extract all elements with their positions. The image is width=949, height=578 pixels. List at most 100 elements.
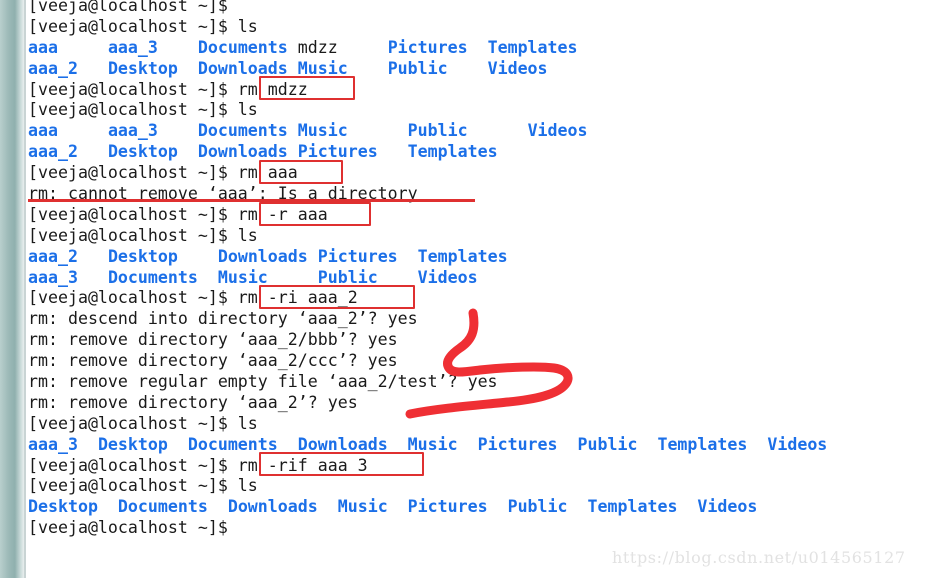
ls-directory-name: aaa_3 bbox=[28, 267, 108, 287]
terminal-output-area[interactable]: [veeja@localhost ~]$ [veeja@localhost ~]… bbox=[28, 0, 949, 539]
terminal-prompt-line: [veeja@localhost ~]$ bbox=[28, 518, 949, 539]
terminal-output-line: rm: descend into directory ‘aaa_2’? yes bbox=[28, 309, 949, 330]
terminal-prompt-line: [veeja@localhost ~]$ ls bbox=[28, 100, 949, 121]
ls-directory-name: Desktop bbox=[28, 497, 118, 517]
shell-command[interactable]: ls bbox=[238, 476, 258, 495]
ls-directory-name: Templates bbox=[587, 497, 698, 517]
ls-directory-name: Documents bbox=[187, 434, 298, 454]
ls-file-name: mdzz bbox=[297, 37, 388, 57]
ls-directory-name: Desktop bbox=[107, 246, 218, 266]
output-text: rm: remove directory ‘aaa_2/bbb’? yes bbox=[28, 330, 398, 350]
ls-output-row: Desktop Documents Downloads Music Pictur… bbox=[28, 497, 949, 518]
shell-command[interactable]: ls bbox=[238, 414, 258, 433]
shell-prompt: [veeja@localhost ~]$ bbox=[28, 79, 238, 99]
ls-directory-name: Documents bbox=[197, 37, 298, 57]
terminal-prompt-line: [veeja@localhost ~]$ ls bbox=[28, 476, 949, 497]
ls-directory-name: Desktop bbox=[97, 434, 188, 454]
ls-directory-name: Templates bbox=[407, 142, 498, 162]
shell-prompt: [veeja@localhost ~]$ bbox=[28, 518, 238, 538]
ls-directory-name: Templates bbox=[487, 37, 578, 57]
ls-directory-name: Public bbox=[577, 434, 658, 454]
shell-command[interactable]: ls bbox=[238, 100, 258, 119]
ls-directory-name: Desktop bbox=[107, 58, 198, 78]
output-text: rm: descend into directory ‘aaa_2’? yes bbox=[28, 309, 418, 329]
terminal-prompt-line: [veeja@localhost ~]$ ls bbox=[28, 17, 949, 38]
output-text: rm: remove regular empty file ‘aaa_2/tes… bbox=[28, 372, 498, 392]
ls-directory-name: Templates bbox=[417, 246, 508, 266]
terminal-output-line: rm: remove regular empty file ‘aaa_2/tes… bbox=[28, 372, 949, 393]
shell-command[interactable]: rm -r aaa bbox=[238, 205, 328, 224]
watermark-text: https://blog.csdn.net/u014565127 bbox=[612, 548, 906, 567]
shell-prompt: [veeja@localhost ~]$ bbox=[28, 163, 238, 183]
ls-output-row: aaa_2 Desktop Downloads Music Public Vid… bbox=[28, 59, 949, 80]
shell-command[interactable]: ls bbox=[238, 17, 258, 36]
shell-command[interactable]: rm -ri aaa_2 bbox=[238, 288, 358, 307]
shell-prompt: [veeja@localhost ~]$ bbox=[28, 455, 238, 475]
shell-command[interactable]: rm -rif aaa_3 bbox=[238, 456, 368, 475]
ls-directory-name: Music bbox=[337, 497, 408, 517]
shell-command[interactable]: rm aaa bbox=[238, 163, 298, 182]
ls-directory-name: Music bbox=[217, 267, 318, 287]
ls-directory-name: Videos bbox=[697, 497, 758, 517]
output-text: rm: remove directory ‘aaa_2/ccc’? yes bbox=[28, 351, 398, 371]
ls-directory-name: Documents bbox=[107, 267, 218, 287]
shell-prompt: [veeja@localhost ~]$ bbox=[28, 16, 238, 36]
ls-directory-name: aaa bbox=[28, 121, 108, 141]
ls-directory-name: Music bbox=[297, 121, 408, 141]
ls-output-row: aaa_2 Desktop Downloads Pictures Templat… bbox=[28, 142, 949, 163]
terminal-prompt-line: [veeja@localhost ~]$ ls bbox=[28, 414, 949, 435]
terminal-prompt-line: [veeja@localhost ~]$ ls bbox=[28, 226, 949, 247]
ls-directory-name: Downloads bbox=[217, 246, 318, 266]
ls-directory-name: Public bbox=[317, 267, 418, 287]
ls-directory-name: Videos bbox=[487, 58, 548, 78]
ls-directory-name: Documents bbox=[117, 497, 228, 517]
ls-directory-name: aaa_3 bbox=[107, 37, 198, 57]
ls-output-row: aaa aaa_3 Documents Music Public Videos bbox=[28, 121, 949, 142]
shell-prompt: [veeja@localhost ~]$ bbox=[28, 100, 238, 120]
ls-directory-name: Videos bbox=[417, 267, 478, 287]
ls-directory-name: Templates bbox=[657, 434, 768, 454]
ls-directory-name: Videos bbox=[527, 121, 588, 141]
output-text: rm: remove directory ‘aaa_2’? yes bbox=[28, 392, 358, 412]
ls-directory-name: Public bbox=[387, 58, 488, 78]
shell-command[interactable]: rm mdzz bbox=[238, 80, 308, 99]
ls-directory-name: Pictures bbox=[317, 246, 418, 266]
output-text: rm: cannot remove ‘aaa’: Is a directory bbox=[28, 184, 418, 204]
ls-directory-name: Videos bbox=[767, 434, 828, 454]
terminal-output-line: rm: remove directory ‘aaa_2/ccc’? yes bbox=[28, 351, 949, 372]
terminal-output-line: rm: remove directory ‘aaa_2/bbb’? yes bbox=[28, 330, 949, 351]
ls-directory-name: Pictures bbox=[387, 37, 488, 57]
ls-output-row: aaa aaa_3 Documents mdzz Pictures Templa… bbox=[28, 38, 949, 59]
terminal-prompt-line: [veeja@localhost ~]$ rm -rif aaa_3 bbox=[28, 456, 949, 477]
ls-directory-name: Pictures bbox=[297, 142, 408, 162]
terminal-screenshot: [veeja@localhost ~]$ [veeja@localhost ~]… bbox=[0, 0, 949, 578]
ls-directory-name: Music bbox=[297, 58, 388, 78]
ls-directory-name: Public bbox=[507, 497, 588, 517]
shell-prompt: [veeja@localhost ~]$ bbox=[28, 204, 238, 224]
ls-directory-name: aaa_3 bbox=[107, 121, 198, 141]
ls-directory-name: Downloads bbox=[197, 142, 298, 162]
ls-output-row: aaa_2 Desktop Downloads Pictures Templat… bbox=[28, 247, 949, 268]
ls-directory-name: Downloads bbox=[297, 434, 408, 454]
ls-directory-name: aaa_2 bbox=[28, 58, 108, 78]
terminal-prompt-line: [veeja@localhost ~]$ rm -ri aaa_2 bbox=[28, 288, 949, 309]
terminal-output-line: rm: remove directory ‘aaa_2’? yes bbox=[28, 393, 949, 414]
shell-prompt: [veeja@localhost ~]$ bbox=[28, 0, 238, 15]
shell-prompt: [veeja@localhost ~]$ bbox=[28, 476, 238, 496]
ls-directory-name: Downloads bbox=[227, 497, 338, 517]
shell-prompt: [veeja@localhost ~]$ bbox=[28, 288, 238, 308]
window-left-gutter bbox=[0, 0, 24, 578]
ls-directory-name: Music bbox=[407, 434, 478, 454]
ls-directory-name: aaa_2 bbox=[28, 142, 108, 162]
ls-directory-name: aaa bbox=[28, 37, 108, 57]
shell-prompt: [veeja@localhost ~]$ bbox=[28, 225, 238, 245]
ls-directory-name: Pictures bbox=[477, 434, 578, 454]
terminal-prompt-line: [veeja@localhost ~]$ rm -r aaa bbox=[28, 205, 949, 226]
terminal-prompt-line: [veeja@localhost ~]$ rm mdzz bbox=[28, 80, 949, 101]
ls-output-row: aaa_3 Documents Music Public Videos bbox=[28, 268, 949, 289]
terminal-output-line: rm: cannot remove ‘aaa’: Is a directory bbox=[28, 184, 949, 205]
ls-directory-name: Desktop bbox=[107, 142, 198, 162]
ls-directory-name: Documents bbox=[197, 121, 298, 141]
shell-command[interactable]: ls bbox=[238, 226, 258, 245]
ls-directory-name: aaa_3 bbox=[28, 434, 98, 454]
